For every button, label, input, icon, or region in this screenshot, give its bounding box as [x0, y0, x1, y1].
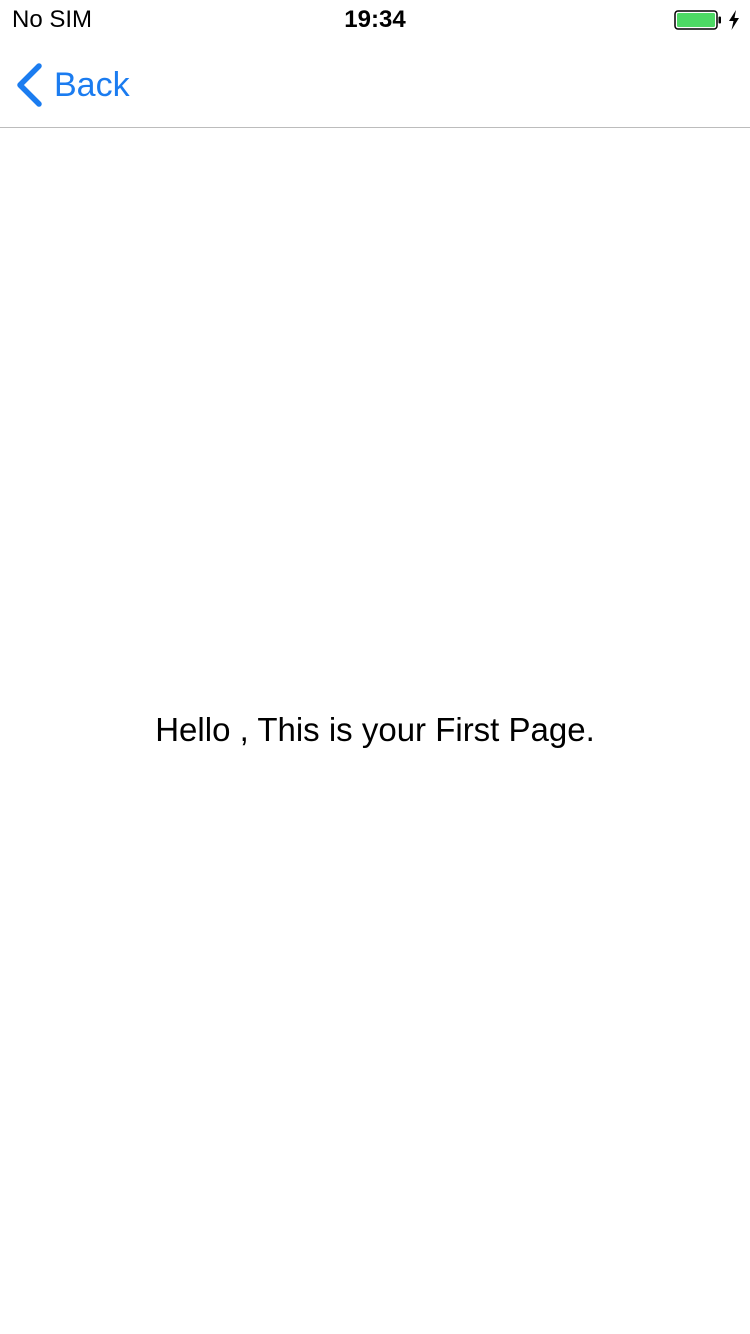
- battery-icon: [674, 10, 721, 30]
- back-button[interactable]: Back: [14, 62, 130, 108]
- page-content: Hello , This is your First Page.: [0, 129, 750, 1334]
- navigation-bar: Back: [0, 40, 750, 128]
- bolt-icon: [727, 9, 741, 31]
- back-button-label: Back: [54, 66, 130, 104]
- app-screen: No SIM 19:34 Back Hello , This is your F…: [0, 0, 750, 1334]
- welcome-message: Hello , This is your First Page.: [155, 711, 595, 748]
- status-time: 19:34: [344, 6, 406, 33]
- chevron-left-icon: [14, 63, 44, 107]
- status-bar: No SIM 19:34: [0, 0, 750, 40]
